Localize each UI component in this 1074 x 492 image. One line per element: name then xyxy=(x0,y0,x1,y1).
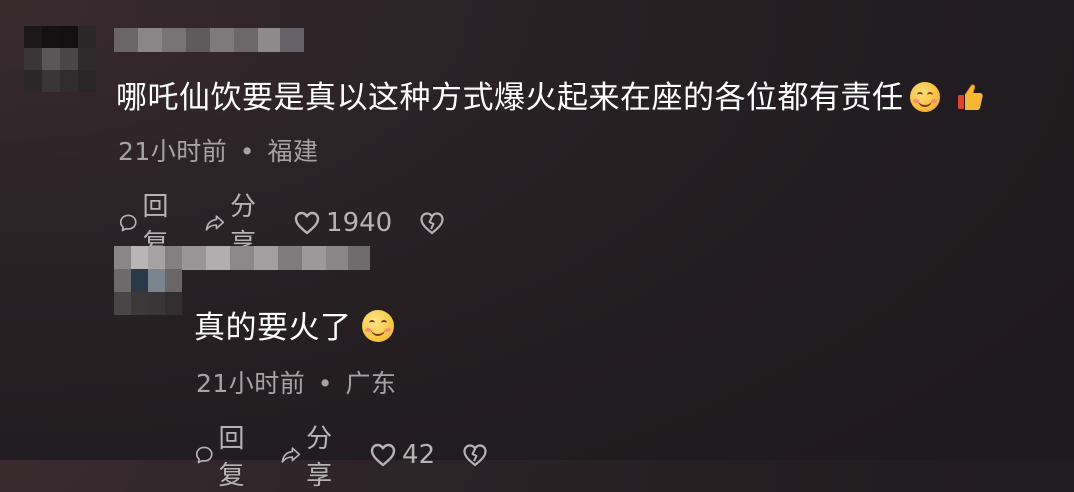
avatar[interactable] xyxy=(24,26,96,92)
like-button[interactable]: 1940 xyxy=(292,208,392,238)
comment-meta: 21小时前 • 福建 xyxy=(118,132,318,168)
comment-time: 21小时前 xyxy=(118,137,228,166)
reply-label: 回复 xyxy=(218,424,245,491)
comment-actions: 回复 分享 42 xyxy=(194,418,515,492)
dislike-button[interactable] xyxy=(418,208,446,238)
heart-icon xyxy=(294,211,320,235)
share-icon xyxy=(205,215,225,231)
comment-meta: 21小时前 • 广东 xyxy=(196,364,396,400)
comment-location: 广东 xyxy=(345,369,397,398)
comment-text-content: 哪吒仙饮要是真以这种方式爆火起来在座的各位都有责任 xyxy=(116,80,904,116)
thumbs-up-emoji-icon xyxy=(957,84,983,110)
comment-text-content: 真的要火了 xyxy=(194,310,352,346)
meta-separator: • xyxy=(239,137,256,166)
reply-button[interactable]: 回复 xyxy=(194,418,254,492)
reply-icon xyxy=(119,214,137,232)
comment-text: 哪吒仙饮要是真以这种方式爆火起来在座的各位都有责任 xyxy=(116,78,984,118)
share-icon xyxy=(281,447,301,463)
username-blurred[interactable] xyxy=(114,28,304,52)
comment-time: 21小时前 xyxy=(196,369,306,398)
smile-emoji-icon xyxy=(361,310,394,342)
broken-heart-icon xyxy=(463,444,487,467)
comment-location: 福建 xyxy=(267,137,319,166)
comment-text: 真的要火了 xyxy=(194,308,394,348)
reply-icon xyxy=(195,446,213,464)
username-blurred[interactable] xyxy=(182,246,370,270)
broken-heart-icon xyxy=(420,212,444,235)
heart-icon xyxy=(370,443,396,467)
dislike-button[interactable] xyxy=(461,440,489,470)
share-label: 分享 xyxy=(306,424,333,491)
meta-separator: • xyxy=(317,369,334,398)
like-button[interactable]: 42 xyxy=(368,440,435,470)
grin-emoji-icon xyxy=(909,82,940,112)
like-count: 1940 xyxy=(326,208,393,238)
avatar[interactable] xyxy=(114,246,182,316)
share-button[interactable]: 分享 xyxy=(280,418,342,492)
like-count: 42 xyxy=(402,440,436,470)
